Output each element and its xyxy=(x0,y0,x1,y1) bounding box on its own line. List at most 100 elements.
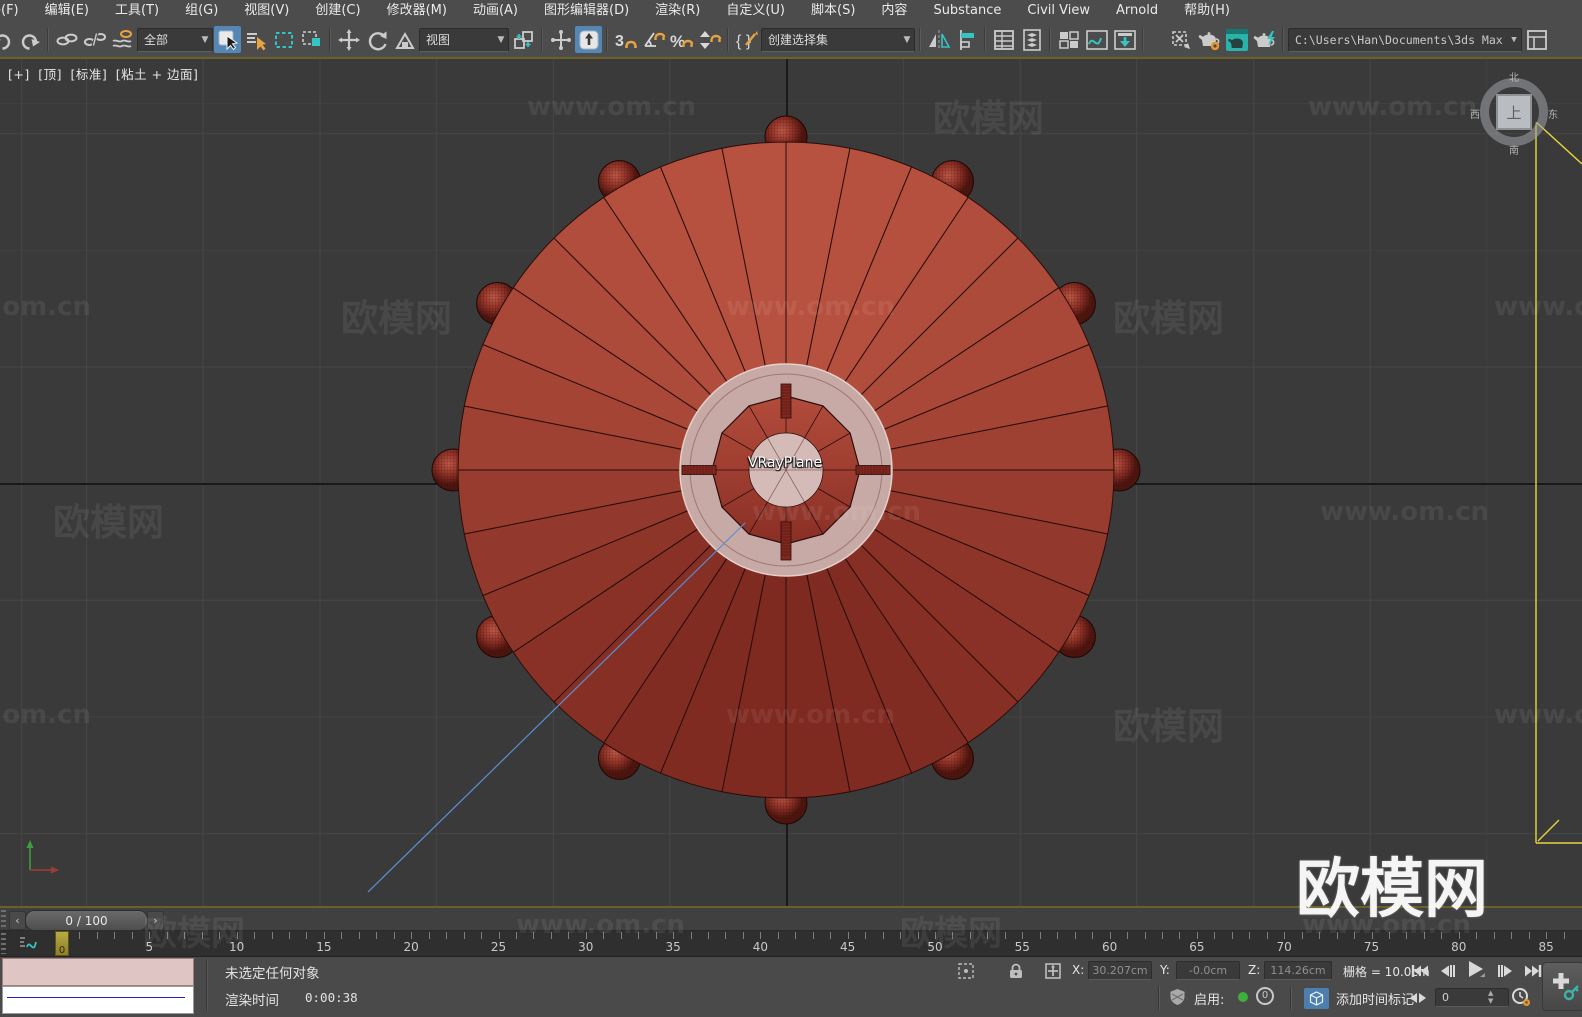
snap-toggle-3d-icon[interactable]: 3 xyxy=(612,26,639,53)
render-production-icon[interactable] xyxy=(1251,26,1278,53)
use-pivot-center-icon[interactable] xyxy=(510,26,537,53)
x-coord-field[interactable]: 30.207cm xyxy=(1088,961,1152,980)
viewport-top[interactable]: [+] [顶] [标准] [粘土 + 边面] VRayPlane 上 北 南 西… xyxy=(0,59,1582,908)
time-slider-button[interactable]: 0 / 100 xyxy=(25,910,148,931)
ruler-tick xyxy=(79,932,81,939)
track-bar[interactable]: 0510152025303540455055606570758085 0 xyxy=(0,931,1582,957)
adaptive-degradation-icon[interactable] xyxy=(1166,987,1188,1007)
time-configuration-icon[interactable] xyxy=(1508,986,1534,1008)
menu-item-3[interactable]: 组(G) xyxy=(172,0,231,22)
menu-item-13[interactable]: Substance xyxy=(920,0,1014,22)
ruler-tick xyxy=(1022,932,1024,939)
named-selection-set-dropdown[interactable]: 创建选择集 ▼ xyxy=(761,27,915,52)
add-time-tag-label[interactable]: 添加时间标记 xyxy=(1336,989,1414,1008)
scene-explorer-icon[interactable] xyxy=(990,26,1017,53)
layer-explorer-icon[interactable] xyxy=(1018,26,1045,53)
play-button[interactable] xyxy=(1461,958,1491,980)
menu-item-2[interactable]: 工具(T) xyxy=(102,0,172,22)
ruler-tick xyxy=(533,932,535,939)
toolbar-grip[interactable] xyxy=(1,933,6,954)
render-setup-icon[interactable] xyxy=(1195,26,1222,53)
select-and-rotate-icon[interactable] xyxy=(363,26,390,53)
current-frame-marker[interactable]: 0 xyxy=(55,931,69,956)
maxscript-mini-listener[interactable] xyxy=(2,986,194,1014)
material-editor-icon[interactable] xyxy=(1167,26,1194,53)
keyboard-shortcut-override-button[interactable] xyxy=(575,26,602,53)
ruler-tick xyxy=(550,932,552,939)
compass-east[interactable]: 东 xyxy=(1548,106,1558,121)
unlink-icon[interactable] xyxy=(81,26,108,53)
maxscript-mini-listener-macro[interactable] xyxy=(2,958,194,986)
project-folder-dropdown[interactable]: C:\Users\Han\Documents\3ds Max 2022 ▼ xyxy=(1288,27,1522,52)
menu-item-5[interactable]: 创建(C) xyxy=(302,0,373,22)
reference-coordinate-dropdown[interactable]: 视图 ▼ xyxy=(419,27,509,52)
z-coord-field[interactable]: 114.26cm xyxy=(1264,961,1332,980)
absolute-mode-transform-icon[interactable] xyxy=(1042,961,1064,981)
undo-icon[interactable] xyxy=(0,26,15,53)
menu-item-9[interactable]: 渲染(R) xyxy=(642,0,713,22)
y-coord-field[interactable]: -0.0cm xyxy=(1176,961,1240,980)
select-by-name-icon[interactable] xyxy=(242,26,269,53)
menu-item-6[interactable]: 修改器(M) xyxy=(374,0,460,22)
set-key-button[interactable] xyxy=(1542,962,1582,1011)
menu-item-7[interactable]: 动画(A) xyxy=(460,0,531,22)
rendered-frame-window-icon[interactable] xyxy=(1223,26,1250,53)
selection-lock-icon[interactable] xyxy=(1005,961,1027,981)
edit-named-selection-sets-icon[interactable]: {} xyxy=(733,26,760,53)
menu-item-8[interactable]: 图形编辑器(D) xyxy=(531,0,642,22)
align-icon[interactable] xyxy=(953,26,980,53)
mini-curve-editor-icon[interactable] xyxy=(14,933,46,953)
curve-editor-icon[interactable] xyxy=(1083,26,1110,53)
next-frame-transport-button[interactable] xyxy=(1494,960,1518,982)
menu-item-14[interactable]: Civil View xyxy=(1014,0,1103,22)
percent-snap-icon[interactable]: % xyxy=(668,26,695,53)
ruler-tick-label: 70 xyxy=(1276,940,1292,954)
select-and-link-icon[interactable] xyxy=(53,26,80,53)
time-tag-cube-button[interactable] xyxy=(1304,988,1329,1009)
menu-item-1[interactable]: 编辑(E) xyxy=(32,0,102,22)
selection-filter-dropdown[interactable]: 全部 ▼ xyxy=(137,27,213,52)
degradation-zero-icon[interactable]: 0 xyxy=(1256,987,1274,1005)
viewport-menu-general[interactable]: [+] xyxy=(8,67,30,82)
ribbon-toggle-icon[interactable] xyxy=(1055,26,1082,53)
viewport-menu-shading[interactable]: [粘土 + 边面] xyxy=(116,67,199,82)
isolate-selection-icon[interactable] xyxy=(955,961,977,981)
spinner-snap-icon[interactable] xyxy=(696,26,723,53)
select-and-manipulate-icon[interactable] xyxy=(547,26,574,53)
viewport-menu-view[interactable]: [顶] xyxy=(38,67,62,82)
menu-item-12[interactable]: 内容 xyxy=(868,0,920,22)
current-frame-field[interactable]: 0 xyxy=(1435,988,1509,1007)
workspace-icon[interactable] xyxy=(1523,26,1550,53)
toolbar-grip[interactable] xyxy=(1,910,6,928)
select-and-scale-icon[interactable] xyxy=(391,26,418,53)
compass-west[interactable]: 西 xyxy=(1470,106,1480,121)
angle-snap-icon[interactable] xyxy=(640,26,667,53)
schematic-view-icon[interactable] xyxy=(1111,26,1138,53)
frame-spinner[interactable]: ▲ ▼ xyxy=(1488,989,1493,1005)
compass-south[interactable]: 南 xyxy=(1509,142,1519,157)
compass-north[interactable]: 北 xyxy=(1509,69,1519,84)
window-crossing-icon[interactable] xyxy=(298,26,325,53)
menu-item-16[interactable]: 帮助(H) xyxy=(1171,0,1243,22)
viewcube-top-face[interactable]: 上 xyxy=(1496,94,1532,130)
ruler-tick-label: 60 xyxy=(1101,940,1118,954)
menu-item-10[interactable]: 自定义(U) xyxy=(713,0,798,22)
next-frame-button[interactable]: › xyxy=(147,911,164,930)
previous-frame-button[interactable]: ‹ xyxy=(9,911,26,930)
key-mode-toggle-icon[interactable] xyxy=(1406,987,1430,1009)
menu-item-15[interactable]: Arnold xyxy=(1103,0,1171,22)
redo-icon[interactable] xyxy=(16,26,43,53)
view-cube[interactable]: 上 北 南 西 东 xyxy=(1470,69,1558,157)
rectangular-selection-region-icon[interactable] xyxy=(270,26,297,53)
previous-frame-transport-button[interactable] xyxy=(1435,960,1459,982)
select-object-button[interactable] xyxy=(214,26,241,53)
viewport-canvas[interactable] xyxy=(0,59,1582,906)
select-and-move-icon[interactable] xyxy=(335,26,362,53)
menu-item-4[interactable]: 视图(V) xyxy=(231,0,302,22)
menu-item-0[interactable]: 文件(F) xyxy=(0,0,32,22)
mirror-icon[interactable] xyxy=(925,26,952,53)
viewport-menu-standard[interactable]: [标准] xyxy=(70,67,107,82)
menu-item-11[interactable]: 脚本(S) xyxy=(798,0,868,22)
bind-to-spacewarp-icon[interactable] xyxy=(109,26,136,53)
go-to-start-button[interactable] xyxy=(1408,960,1432,982)
